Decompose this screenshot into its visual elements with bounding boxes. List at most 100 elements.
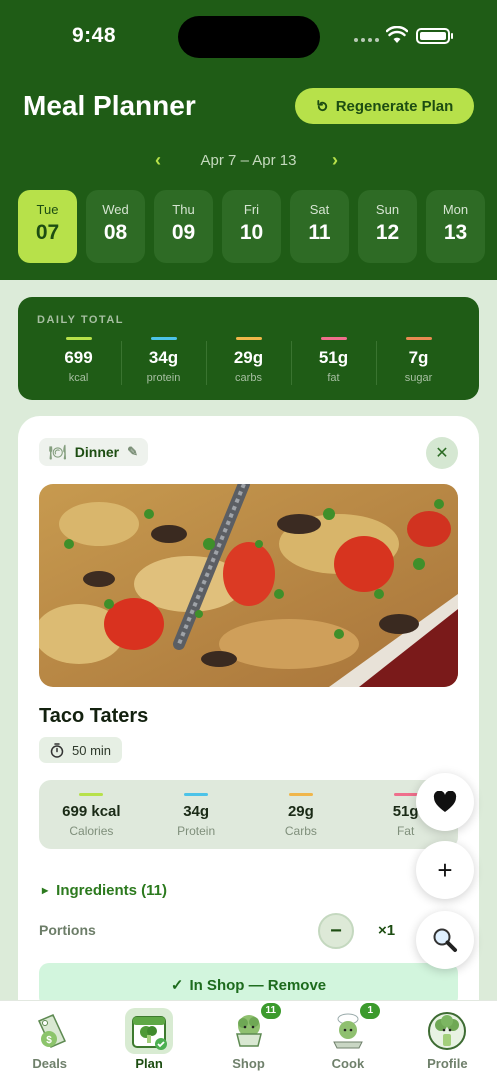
daily-value: 34g (148, 348, 179, 367)
portions-value: ×1 (378, 922, 396, 939)
day-thu[interactable]: Thu 09 (154, 190, 213, 263)
battery-icon (416, 28, 453, 44)
tab-profile[interactable]: Profile (398, 1001, 497, 1080)
day-sun[interactable]: Sun 12 (358, 190, 417, 263)
tab-deals[interactable]: $ Deals (0, 1001, 99, 1080)
recipe-photo[interactable] (39, 484, 458, 687)
daily-kcal: 699 kcal (36, 337, 121, 384)
daily-protein: 34g protein (121, 337, 206, 385)
deals-tag-icon: $ (26, 1008, 74, 1054)
macro-value: 29g (287, 803, 314, 820)
macro-carbs: 29g Carbs (249, 780, 354, 849)
meal-card: 🍽 Dinner ✎ ✕ Taco Taters 50 min 699 kcal… (18, 416, 479, 1056)
day-mon[interactable]: Mon 13 (426, 190, 485, 263)
daily-unit: carbs (235, 372, 262, 384)
stopwatch-icon (50, 742, 64, 758)
refresh-icon (317, 99, 327, 111)
day-name: Thu (172, 202, 195, 217)
close-icon[interactable]: ✕ (426, 437, 458, 469)
day-date: 12 (375, 221, 400, 244)
disclosure-triangle-icon: ▶ (42, 886, 49, 895)
fork-knife-icon: 🍽 (49, 443, 67, 460)
tab-plan[interactable]: Plan (99, 1001, 198, 1080)
macro-value: 34g (183, 803, 210, 820)
cook-time: 50 min (72, 742, 112, 758)
week-range: Apr 7 – Apr 13 (200, 152, 297, 169)
status-bar: 9:48 (0, 0, 497, 72)
cook-count-badge: 1 (360, 1003, 381, 1019)
daily-total-label: DAILY TOTAL (37, 314, 124, 326)
tab-bar: $ Deals Plan 11 Shop 1 Cook Profile (0, 1000, 497, 1080)
recipe-title: Taco Taters (39, 705, 149, 727)
day-wed[interactable]: Wed 08 (86, 190, 145, 263)
protein-color-bar (150, 337, 177, 340)
calories-color-bar (79, 793, 104, 796)
heart-icon (433, 791, 457, 812)
pencil-icon: ✎ (127, 444, 139, 459)
add-button[interactable]: + (416, 841, 474, 899)
tab-label: Shop (232, 1056, 265, 1071)
day-date: 10 (239, 221, 264, 244)
day-sat[interactable]: Sat 11 (290, 190, 349, 263)
profile-broccoli-icon (423, 1008, 471, 1054)
dynamic-island (178, 16, 320, 58)
day-date: 11 (308, 221, 331, 244)
daily-value: 29g (233, 348, 264, 367)
day-selector: Tue 07 Wed 08 Thu 09 Fri 10 Sat 11 Sun 1… (18, 190, 485, 263)
tab-cook[interactable]: 1 Cook (298, 1001, 397, 1080)
day-name: Sat (309, 202, 330, 217)
day-name: Tue (36, 202, 59, 217)
decrease-portions-button[interactable]: − (318, 913, 354, 949)
day-date: 08 (103, 221, 128, 244)
day-date: 09 (171, 221, 196, 244)
daily-value: 699 (64, 348, 93, 367)
ingredients-toggle[interactable]: ▶ Ingredients (11) (42, 882, 167, 899)
meal-type-label: Dinner (74, 444, 120, 460)
ingredients-label: Ingredients (11) (56, 882, 168, 899)
calendar-broccoli-icon (125, 1008, 174, 1054)
meal-type-chip[interactable]: 🍽 Dinner ✎ (39, 438, 149, 466)
daily-unit: kcal (68, 372, 89, 384)
day-name: Wed (102, 202, 129, 217)
daily-carbs: 29g carbs (206, 337, 291, 385)
day-name: Fri (243, 202, 260, 217)
macro-label: Carbs (284, 824, 317, 838)
wifi-icon (386, 26, 408, 43)
day-name: Sun (375, 202, 400, 217)
chevron-right-icon[interactable]: › (332, 150, 338, 171)
day-tue[interactable]: Tue 07 (18, 190, 77, 263)
daily-value: 7g (408, 348, 429, 367)
daily-unit: fat (327, 372, 340, 384)
tab-shop[interactable]: 11 Shop (199, 1001, 298, 1080)
cellular-signal-icon (354, 38, 379, 42)
carbs-color-bar (235, 337, 262, 340)
svg-text:$: $ (46, 1035, 52, 1046)
daily-unit: protein (146, 372, 181, 384)
regenerate-plan-label: Regenerate Plan (335, 97, 454, 115)
tab-label: Cook (331, 1056, 365, 1071)
sugar-color-bar (405, 337, 432, 340)
daily-total-panel: DAILY TOTAL 699 kcal 34g protein 29g car… (18, 297, 479, 400)
macro-protein: 34g Protein (144, 780, 249, 849)
daily-value: 51g (318, 348, 349, 367)
header: 9:48 Meal Planner Regenerate Plan ‹ Apr … (0, 0, 497, 280)
macro-calories: 699 kcal Calories (39, 780, 144, 849)
portions-label: Portions (39, 922, 96, 938)
magnifier-icon (433, 928, 457, 952)
daily-fat: 51g fat (291, 337, 376, 385)
plus-icon: + (437, 854, 453, 885)
tab-label: Plan (135, 1056, 163, 1071)
week-navigator: ‹ Apr 7 – Apr 13 › (0, 150, 497, 172)
protein-color-bar (184, 793, 209, 796)
macro-label: Protein (177, 824, 216, 838)
macros-panel: 699 kcal Calories 34g Protein 29g Carbs … (39, 780, 458, 849)
search-button[interactable] (416, 911, 474, 969)
checkmark-icon: ✓ (170, 977, 184, 994)
kcal-color-bar (65, 337, 92, 340)
regenerate-plan-button[interactable]: Regenerate Plan (295, 88, 474, 124)
favorite-button[interactable] (416, 773, 474, 831)
fat-color-bar (393, 793, 418, 796)
day-fri[interactable]: Fri 10 (222, 190, 281, 263)
page-title: Meal Planner (23, 90, 196, 121)
shop-count-badge: 11 (260, 1003, 281, 1019)
